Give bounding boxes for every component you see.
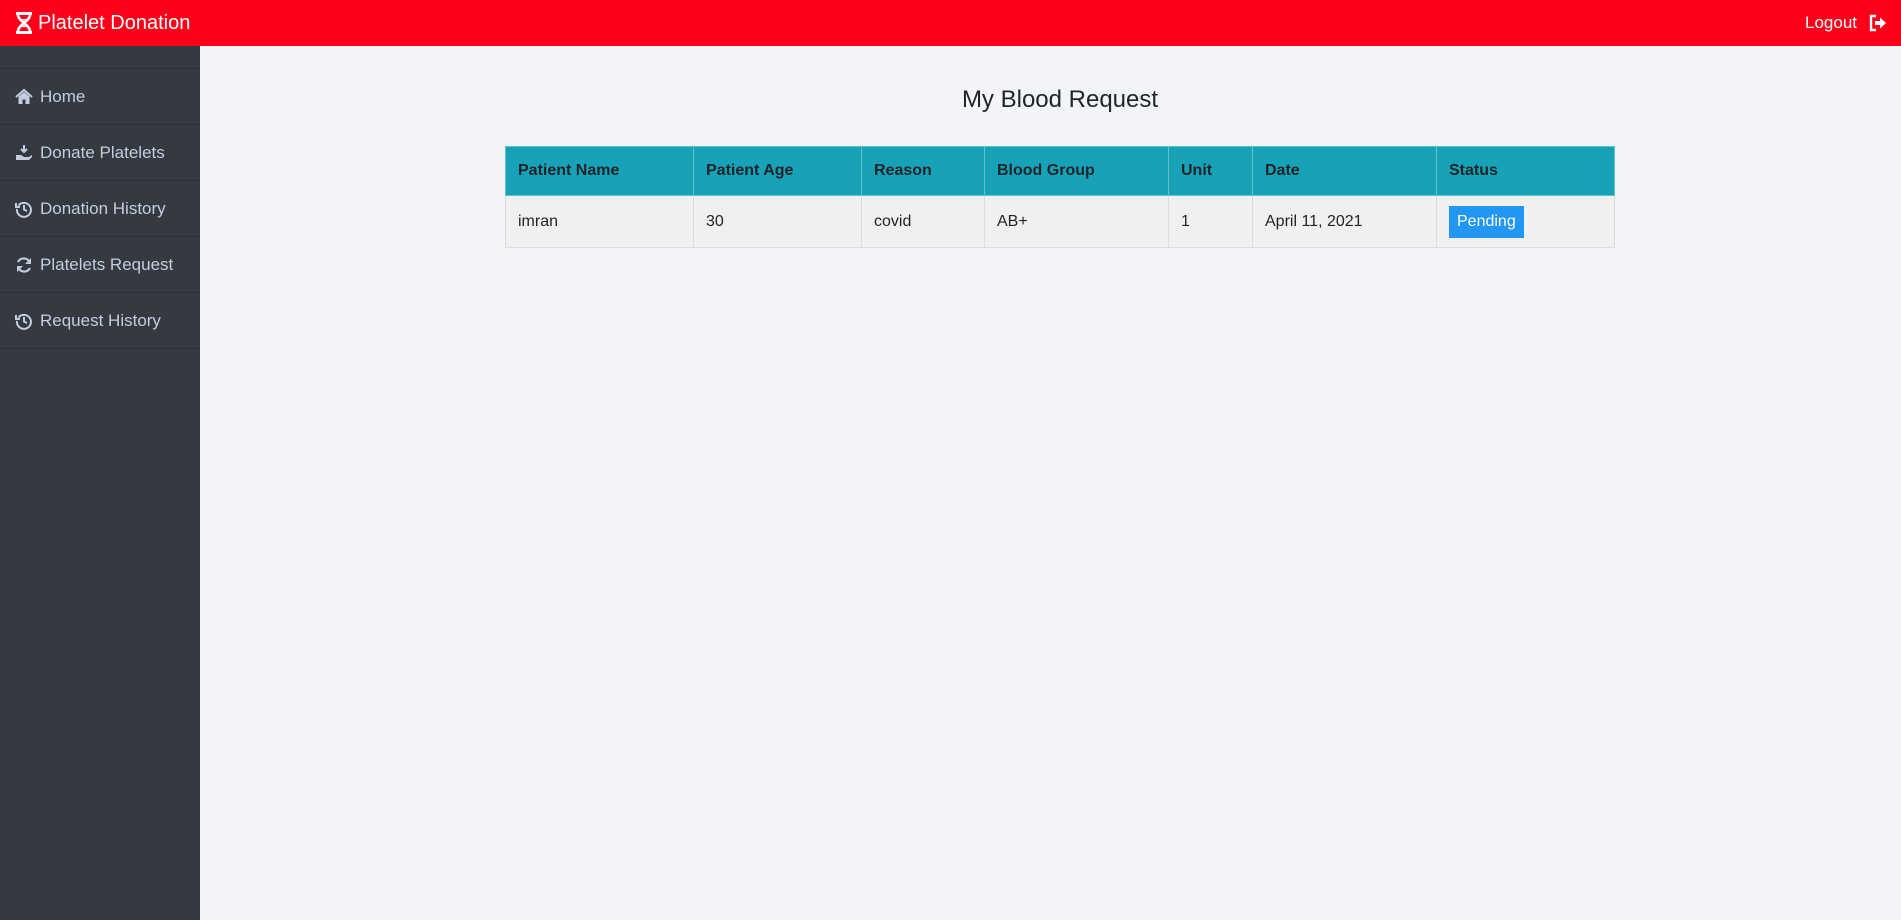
column-header-blood-group: Blood Group xyxy=(984,146,1169,196)
sidebar-item-label: Home xyxy=(40,86,86,106)
blood-request-table: Patient Name Patient Age Reason Blood Gr… xyxy=(505,146,1615,248)
column-header-unit: Unit xyxy=(1168,146,1253,196)
sidebar-item-label: Donation History xyxy=(40,198,166,218)
sidebar-item-request-history[interactable]: Request History xyxy=(0,293,200,349)
sidebar-item-platelets-request[interactable]: Platelets Request xyxy=(0,237,200,293)
column-header-patient-age: Patient Age xyxy=(693,146,862,196)
refresh-icon xyxy=(15,256,33,274)
sign-out-icon xyxy=(1869,14,1887,32)
cell-blood-group: AB+ xyxy=(984,195,1169,248)
column-header-date: Date xyxy=(1252,146,1437,196)
cell-date: April 11, 2021 xyxy=(1252,195,1437,248)
cell-status: Pending xyxy=(1436,195,1615,248)
hand-donate-icon xyxy=(15,144,33,162)
sidebar-item-home[interactable]: Home xyxy=(0,69,200,125)
sidebar-item-label: Donate Platelets xyxy=(40,142,165,162)
sidebar-item-donation-history[interactable]: Donation History xyxy=(0,181,200,237)
column-header-status: Status xyxy=(1436,146,1615,196)
cell-patient-name: imran xyxy=(505,195,694,248)
status-badge[interactable]: Pending xyxy=(1449,205,1524,238)
table-row: imran 30 covid AB+ 1 April 11, 2021 Pend… xyxy=(505,195,1615,248)
logout-label: Logout xyxy=(1805,13,1857,32)
page-title: My Blood Request xyxy=(961,86,1159,113)
sidebar-menu: Home Donate Platelets Donation History P… xyxy=(0,68,200,349)
sidebar-item-label: Request History xyxy=(40,310,161,330)
sidebar-item-donate-platelets[interactable]: Donate Platelets xyxy=(0,125,200,181)
brand-link[interactable]: Platelet Donation xyxy=(0,11,190,35)
logout-button[interactable]: Logout xyxy=(1805,13,1901,33)
column-header-reason: Reason xyxy=(861,146,985,196)
column-header-patient-name: Patient Name xyxy=(505,146,694,196)
brand-title: Platelet Donation xyxy=(38,11,191,34)
sidebar: Home Donate Platelets Donation History P… xyxy=(0,46,200,920)
cell-patient-age: 30 xyxy=(693,195,862,248)
history-icon xyxy=(15,200,33,218)
dna-icon xyxy=(14,11,34,35)
cell-unit: 1 xyxy=(1168,195,1253,248)
sidebar-item-label: Platelets Request xyxy=(40,254,174,274)
main-content: My Blood Request Patient Name Patient Ag… xyxy=(200,46,1901,920)
history-icon xyxy=(15,312,33,330)
top-navbar: Platelet Donation Logout xyxy=(0,0,1901,46)
cell-reason: covid xyxy=(861,195,985,248)
table-header-row: Patient Name Patient Age Reason Blood Gr… xyxy=(505,146,1615,196)
home-icon xyxy=(15,88,33,106)
